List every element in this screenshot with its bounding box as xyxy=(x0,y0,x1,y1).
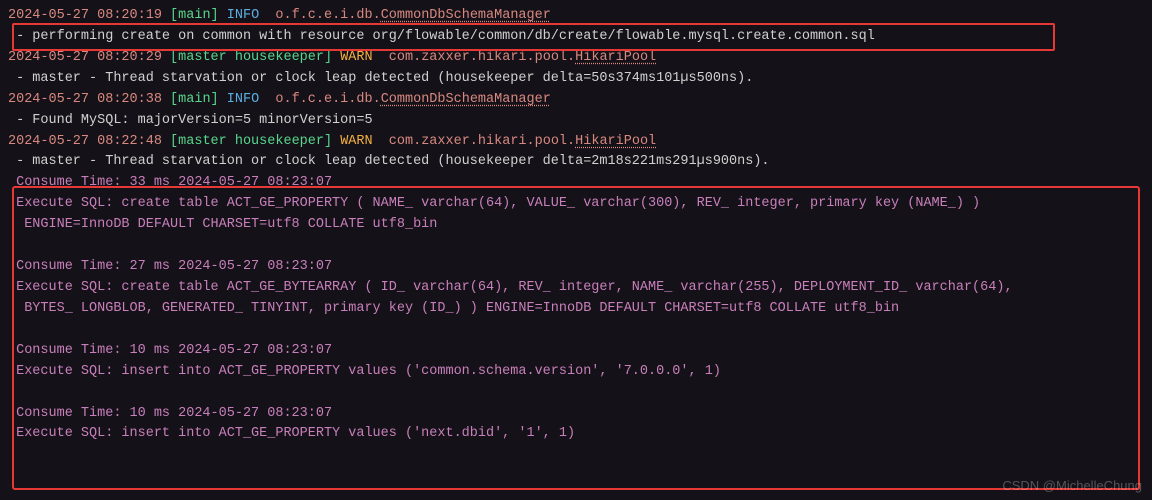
log-line[interactable]: - performing create on common with resou… xyxy=(8,27,1144,48)
log-line[interactable]: 2024-05-27 08:20:29 [master housekeeper]… xyxy=(8,48,1144,69)
sql-text: Consume Time: 10 ms 2024-05-27 08:23:07 xyxy=(8,343,332,358)
logger-prefix: o.f.c.e.i.db. xyxy=(275,8,380,23)
logger-prefix: o.f.c.e.i.db. xyxy=(275,92,380,107)
message-text: - master - Thread starvation or clock le… xyxy=(8,71,753,86)
sql-line[interactable]: Consume Time: 10 ms 2024-05-27 08:23:07 xyxy=(8,341,1144,362)
sql-line[interactable] xyxy=(8,320,1144,341)
sql-line[interactable]: BYTES_ LONGBLOB, GENERATED_ TINYINT, pri… xyxy=(8,299,1144,320)
sql-text xyxy=(8,322,16,337)
sql-line[interactable]: Execute SQL: create table ACT_GE_BYTEARR… xyxy=(8,278,1144,299)
thread-tag: [master housekeeper] xyxy=(170,50,332,65)
watermark: CSDN @MichelleChung xyxy=(1002,476,1142,496)
sql-text: Execute SQL: create table ACT_GE_BYTEARR… xyxy=(8,280,1013,295)
level-info: INFO xyxy=(227,8,259,23)
log-line[interactable]: 2024-05-27 08:20:19 [main] INFO o.f.c.e.… xyxy=(8,6,1144,27)
logger-name: CommonDbSchemaManager xyxy=(381,92,551,107)
sql-line[interactable]: Consume Time: 10 ms 2024-05-27 08:23:07 xyxy=(8,404,1144,425)
timestamp: 2024-05-27 08:22:48 xyxy=(8,134,162,149)
log-viewport: 2024-05-27 08:20:19 [main] INFO o.f.c.e.… xyxy=(0,0,1152,500)
sql-text: BYTES_ LONGBLOB, GENERATED_ TINYINT, pri… xyxy=(8,301,899,316)
logger-name: HikariPool xyxy=(575,134,656,149)
timestamp: 2024-05-27 08:20:38 xyxy=(8,92,162,107)
logger-name: HikariPool xyxy=(575,50,656,65)
sql-line[interactable] xyxy=(8,236,1144,257)
thread-tag: [main] xyxy=(170,92,219,107)
sql-text xyxy=(8,238,16,253)
log-line[interactable]: - Found MySQL: majorVersion=5 minorVersi… xyxy=(8,111,1144,132)
level-info: INFO xyxy=(227,92,259,107)
log-line[interactable]: - master - Thread starvation or clock le… xyxy=(8,69,1144,90)
sql-line[interactable]: Consume Time: 33 ms 2024-05-27 08:23:07 xyxy=(8,173,1144,194)
sql-line[interactable]: ENGINE=InnoDB DEFAULT CHARSET=utf8 COLLA… xyxy=(8,215,1144,236)
sql-text: Execute SQL: insert into ACT_GE_PROPERTY… xyxy=(8,364,721,379)
sql-text: Consume Time: 10 ms 2024-05-27 08:23:07 xyxy=(8,406,332,421)
log-line[interactable]: 2024-05-27 08:20:38 [main] INFO o.f.c.e.… xyxy=(8,90,1144,111)
logger-prefix: com.zaxxer.hikari.pool. xyxy=(389,50,575,65)
sql-line[interactable]: Execute SQL: create table ACT_GE_PROPERT… xyxy=(8,194,1144,215)
message-text: - Found MySQL: majorVersion=5 minorVersi… xyxy=(8,113,373,128)
sql-text: Consume Time: 33 ms 2024-05-27 08:23:07 xyxy=(8,175,332,190)
sql-line[interactable] xyxy=(8,383,1144,404)
sql-text xyxy=(8,385,16,400)
sql-text: Consume Time: 27 ms 2024-05-27 08:23:07 xyxy=(8,259,332,274)
sql-line[interactable]: Execute SQL: insert into ACT_GE_PROPERTY… xyxy=(8,362,1144,383)
thread-tag: [main] xyxy=(170,8,219,23)
log-line[interactable]: - master - Thread starvation or clock le… xyxy=(8,152,1144,173)
level-warn: WARN xyxy=(340,50,372,65)
sql-line[interactable]: Execute SQL: insert into ACT_GE_PROPERTY… xyxy=(8,424,1144,445)
sql-text: ENGINE=InnoDB DEFAULT CHARSET=utf8 COLLA… xyxy=(8,217,437,232)
sql-text: Execute SQL: insert into ACT_GE_PROPERTY… xyxy=(8,426,575,441)
log-line[interactable]: 2024-05-27 08:22:48 [master housekeeper]… xyxy=(8,132,1144,153)
message-text: - master - Thread starvation or clock le… xyxy=(8,154,770,169)
sql-line[interactable]: Consume Time: 27 ms 2024-05-27 08:23:07 xyxy=(8,257,1144,278)
timestamp: 2024-05-27 08:20:29 xyxy=(8,50,162,65)
message-text: - performing create on common with resou… xyxy=(8,29,875,44)
logger-prefix: com.zaxxer.hikari.pool. xyxy=(389,134,575,149)
timestamp: 2024-05-27 08:20:19 xyxy=(8,8,162,23)
logger-name: CommonDbSchemaManager xyxy=(381,8,551,23)
level-warn: WARN xyxy=(340,134,372,149)
thread-tag: [master housekeeper] xyxy=(170,134,332,149)
sql-text: Execute SQL: create table ACT_GE_PROPERT… xyxy=(8,196,980,211)
